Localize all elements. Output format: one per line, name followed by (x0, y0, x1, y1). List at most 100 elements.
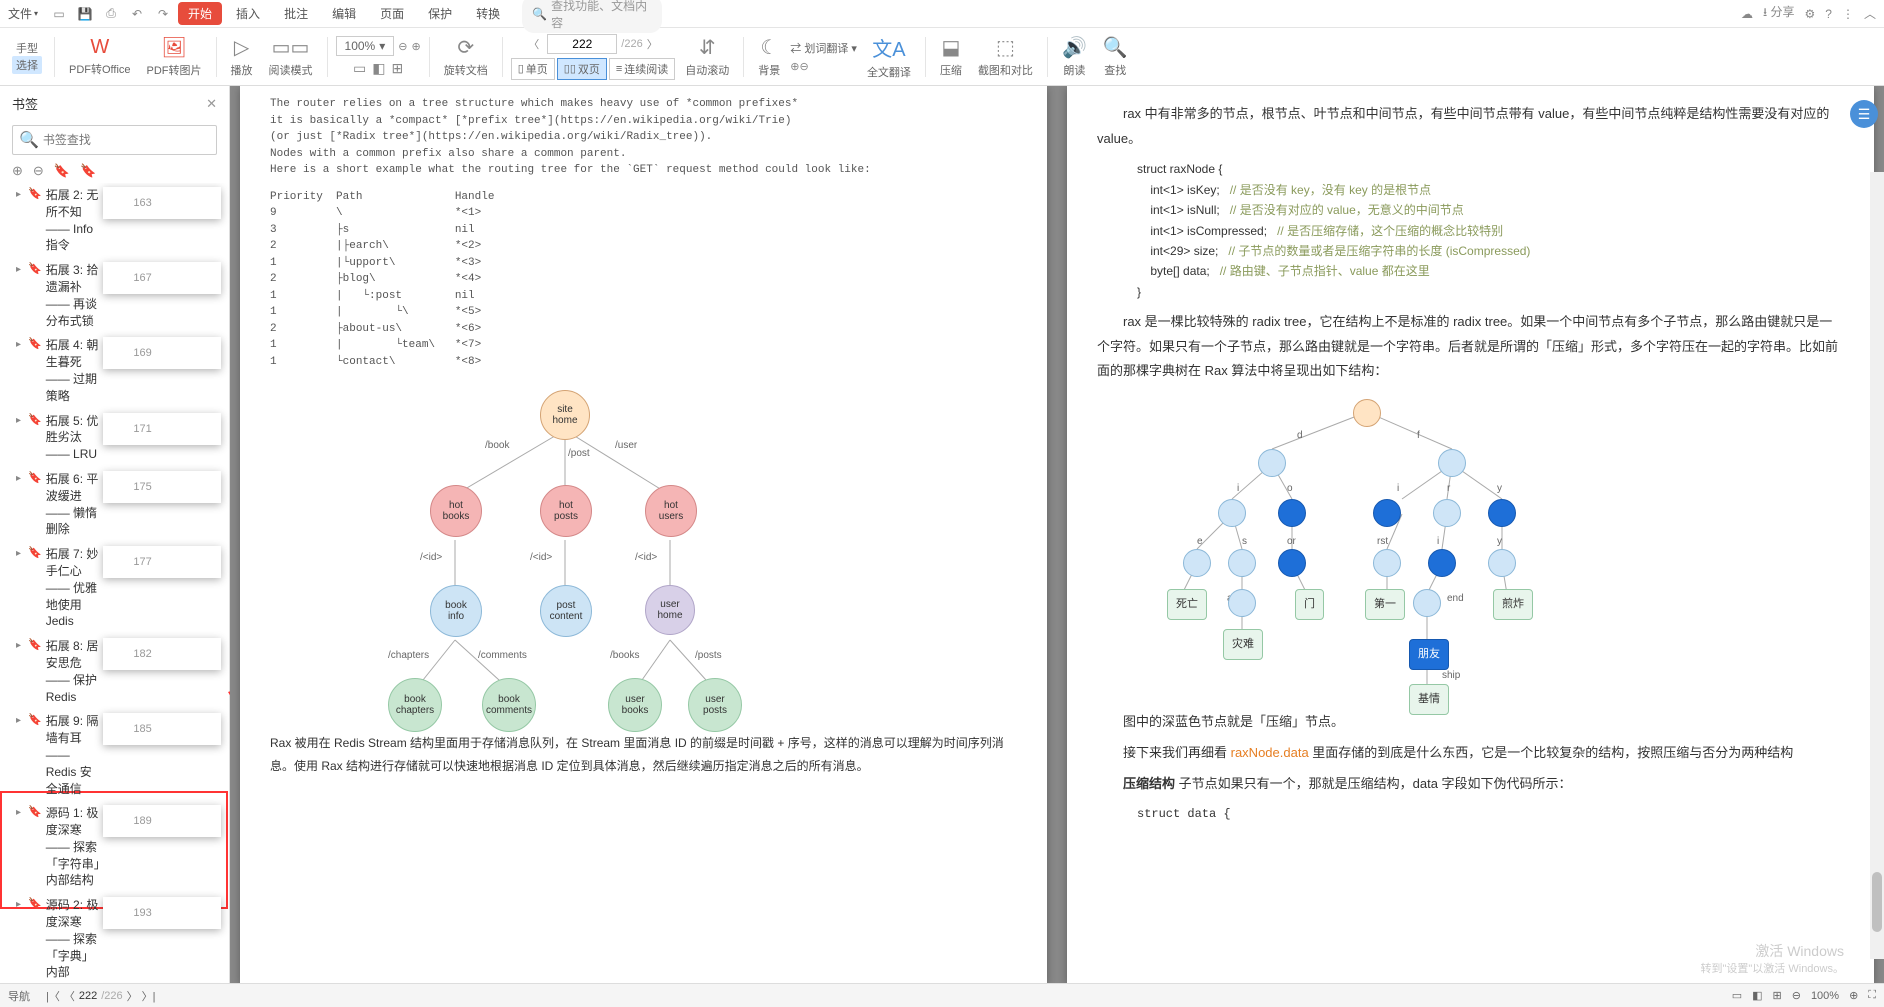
screenshot-button[interactable]: ⬚ 截图和对比 (972, 28, 1039, 85)
menu-bar: 文件 ▾ ▭ 💾 ⎙ ↶ ↷ 开始 插入 批注 编辑 页面 保护 转换 🔍 查找… (0, 0, 1884, 28)
bookmark-item[interactable]: 🔖 拓展 2: 无所不知 —— Info 指令 163 (0, 183, 229, 258)
zoom-in-status[interactable]: ⊕ (1849, 989, 1858, 1002)
bookmark-list[interactable]: 🔖 拓展 2: 无所不知 —— Info 指令 163 🔖 拓展 3: 拾遗漏补… (0, 183, 229, 983)
expand-arrow-icon[interactable] (16, 899, 28, 910)
toggle-1[interactable]: ⊕⊖ (790, 60, 857, 73)
expand-arrow-icon[interactable] (16, 415, 28, 426)
zoom-select[interactable]: 100% ▾ (336, 36, 395, 56)
select-tool[interactable]: 选择 (12, 56, 42, 74)
view-icon-1[interactable]: ▭ (1732, 989, 1742, 1002)
zoom-out-icon[interactable]: ⊖ (398, 40, 407, 53)
word-translate-button[interactable]: ⇄ 划词翻译 ▾ (790, 40, 857, 56)
bookmark-search-input[interactable] (43, 133, 210, 147)
fit-icon-2[interactable]: ◧ (372, 60, 385, 77)
bookmark-opt-icon[interactable]: 🔖 (54, 163, 70, 179)
del-bookmark-icon[interactable]: ⊖ (33, 163, 44, 179)
nav-prev-icon[interactable]: 〈 (64, 988, 75, 1004)
bookmark-item[interactable]: 🔖 拓展 5: 优胜劣汰 —— LRU 171 (0, 409, 229, 467)
zoom-in-icon[interactable]: ⊕ (411, 40, 420, 53)
bookmark-item[interactable]: 🔖 拓展 4: 朝生暮死 —— 过期策略 169 (0, 333, 229, 408)
cloud-icon[interactable]: ☁ (1741, 7, 1753, 21)
tab-insert[interactable]: 插入 (226, 1, 270, 26)
hand-tool[interactable]: 手型 (16, 40, 38, 56)
route-table: Priority Path Handle 9 \ *<1> 3 ├s nil 2… (270, 189, 1017, 371)
find-button[interactable]: 🔍 查找 (1097, 28, 1134, 85)
nav-last-icon[interactable]: 〉| (142, 988, 156, 1004)
expand-arrow-icon[interactable] (16, 189, 28, 200)
expand-arrow-icon[interactable] (16, 640, 28, 651)
view-icon-2[interactable]: ◧ (1752, 989, 1762, 1002)
play-icon: ▷ (234, 35, 249, 60)
compress-button[interactable]: ⬓ 压缩 (934, 28, 968, 85)
expand-arrow-icon[interactable] (16, 473, 28, 484)
float-badge[interactable]: ☰ (1850, 100, 1878, 128)
expand-arrow-icon[interactable] (16, 548, 28, 559)
continuous-button[interactable]: ≡ 连续阅读 (609, 58, 675, 80)
bookmark-item[interactable]: 🔖 拓展 9: 隔墙有耳 —— Redis 安全通信 185 (0, 709, 229, 801)
file-menu[interactable]: 文件 ▾ (8, 5, 38, 22)
bookmark-page-number: 185 (103, 713, 221, 745)
rotate-button[interactable]: ⟳ 旋转文档 (438, 28, 494, 85)
play-button[interactable]: ▷ 播放 (225, 28, 259, 85)
expand-arrow-icon[interactable] (16, 715, 28, 726)
single-page-button[interactable]: ▯ 单页 (511, 58, 555, 80)
document-viewport[interactable]: The router relies on a tree structure wh… (230, 86, 1884, 983)
fullscreen-icon[interactable]: ⛶ (1868, 989, 1876, 1002)
tab-edit[interactable]: 编辑 (322, 1, 366, 26)
bookmark-item[interactable]: 🔖 拓展 7: 妙手仁心 —— 优雅地使用 Jedis 177 (0, 542, 229, 634)
expand-arrow-icon[interactable] (16, 807, 28, 818)
sidebar-title: 书签 (12, 94, 38, 113)
print-icon[interactable]: ⎙ (100, 3, 122, 25)
more-icon[interactable]: ⋮ (1842, 7, 1854, 21)
fit-icon-1[interactable]: ▭ (353, 60, 366, 77)
double-page-button[interactable]: ▯▯ 双页 (557, 58, 607, 80)
nav-next-icon[interactable]: 〉 (127, 988, 138, 1004)
page-number-input[interactable] (547, 34, 617, 54)
view-icon-3[interactable]: ⊞ (1773, 989, 1782, 1002)
expand-arrow-icon[interactable] (16, 339, 28, 350)
expand-arrow-icon[interactable] (16, 264, 28, 275)
bookmark-item[interactable]: 🔖 拓展 6: 平波缓进 —— 懒惰删除 175 (0, 467, 229, 542)
open-icon[interactable]: ▭ (48, 3, 70, 25)
auto-scroll-button[interactable]: ⇵ 自动滚动 (679, 28, 735, 85)
tab-page[interactable]: 页面 (370, 1, 414, 26)
scrollbar[interactable] (1870, 172, 1884, 959)
undo-icon[interactable]: ↶ (126, 3, 148, 25)
pdf-to-office-button[interactable]: W PDF转Office (63, 28, 137, 85)
share-button[interactable]: ⭳ 分享 (1763, 3, 1795, 24)
bookmark-item[interactable]: 🔖 拓展 8: 居安思危 —— 保护 Redis 182 (0, 634, 229, 709)
bookmark-item[interactable]: 🔖 拓展 3: 拾遗漏补 —— 再谈分布式锁 167 (0, 258, 229, 333)
next-page-icon[interactable]: 〉 (643, 36, 662, 52)
background-button[interactable]: ☾ 背景 (752, 28, 786, 85)
fit-icon-3[interactable]: ⊞ (391, 60, 403, 77)
collapse-icon[interactable]: ︿ (1864, 5, 1876, 22)
nav-first-icon[interactable]: |〈 (46, 988, 60, 1004)
zoom-out-status[interactable]: ⊖ (1792, 989, 1801, 1002)
prev-page-icon[interactable]: 〈 (524, 36, 543, 52)
bookmark-opt2-icon[interactable]: 🔖 (80, 163, 96, 179)
tab-start[interactable]: 开始 (178, 2, 222, 25)
pdf-to-image-button[interactable]: 🖼 PDF转图片 (141, 28, 208, 85)
full-translate-button[interactable]: 文A 全文翻译 (861, 28, 917, 85)
read-aloud-button[interactable]: 🔊 朗读 (1056, 28, 1093, 85)
toolbar: 手型 选择 W PDF转Office 🖼 PDF转图片 ▷ 播放 ▭▭ 阅读模式… (0, 28, 1884, 86)
tab-convert[interactable]: 转换 (466, 1, 510, 26)
save-icon[interactable]: 💾 (74, 3, 96, 25)
global-search[interactable]: 🔍 查找功能、文档内容 (522, 0, 662, 33)
gear-icon[interactable]: ⚙ (1805, 7, 1816, 21)
r-para3: 图中的深蓝色节点就是「压缩」节点。 (1097, 710, 1844, 735)
r-para1: rax 中有非常多的节点，根节点、叶节点和中间节点，有些中间节点带有 value… (1097, 102, 1844, 151)
redo-icon[interactable]: ↷ (152, 3, 174, 25)
bookmark-item[interactable]: 🔖 源码 2: 极度深寒 —— 探索「字典」内部 193 (0, 893, 229, 983)
struct-block: struct raxNode { int<1> isKey; // 是否没有 k… (1137, 159, 1844, 302)
bookmark-search[interactable]: 🔍 (12, 125, 217, 155)
tab-annotate[interactable]: 批注 (274, 1, 318, 26)
add-bookmark-icon[interactable]: ⊕ (12, 163, 23, 179)
tab-protect[interactable]: 保护 (418, 1, 462, 26)
scrollbar-thumb[interactable] (1872, 872, 1882, 932)
help-icon[interactable]: ? (1825, 7, 1832, 21)
close-sidebar-icon[interactable]: ✕ (206, 96, 217, 112)
reading-mode-button[interactable]: ▭▭ 阅读模式 (263, 28, 319, 85)
r-para4: 接下来我们再细看 raxNode.data 里面存储的到底是什么东西，它是一个比… (1097, 741, 1844, 766)
bookmark-item[interactable]: 🔖 源码 1: 极度深寒 —— 探索「字符串」内部结构 189 (0, 801, 229, 893)
